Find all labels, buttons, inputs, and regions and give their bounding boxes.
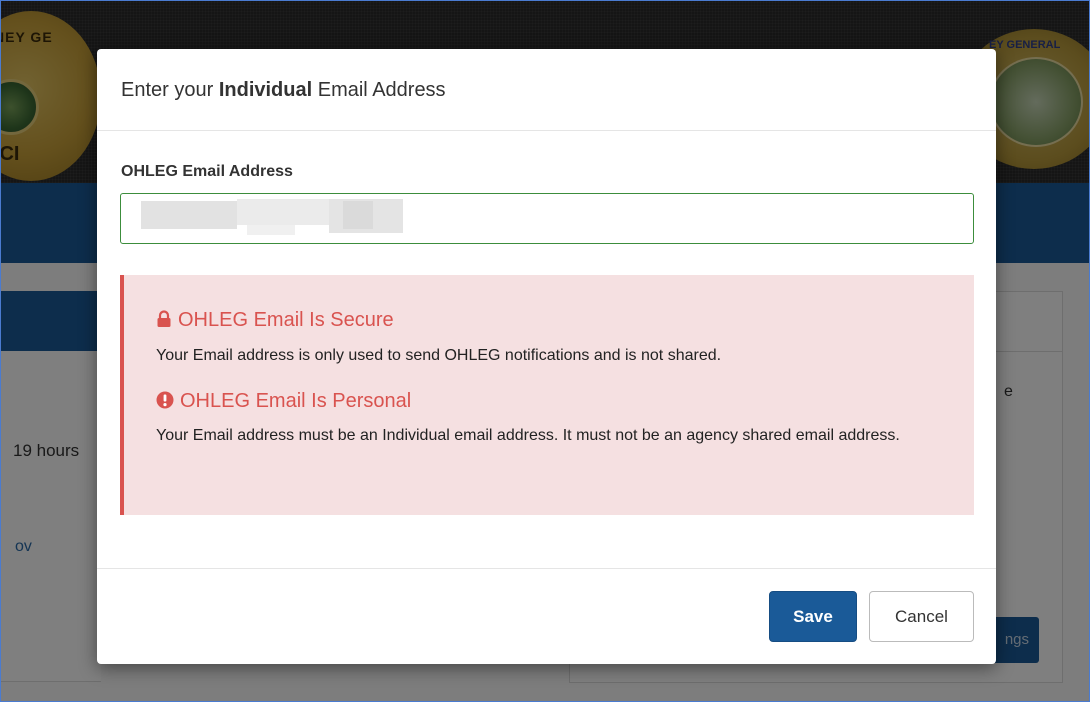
redacted-email-blur [237,199,329,225]
title-prefix: Enter your [121,79,219,101]
personal-heading: OHLEG Email Is Personal [156,390,411,415]
redacted-email-blur [247,225,295,235]
personal-heading-text: OHLEG Email Is Personal [180,390,412,412]
title-suffix: Email Address [312,79,446,101]
save-button[interactable]: Save [769,591,857,642]
email-modal: Enter your Individual Email Address OHLE… [97,49,996,664]
modal-header: Enter your Individual Email Address [97,49,996,131]
personal-description: Your Email address must be an Individual… [156,427,900,444]
cancel-button[interactable]: Cancel [869,591,974,642]
exclamation-circle-icon [156,391,174,415]
app-frame: ORNEY GE BCI EY GENERAL 19 hours ov e ng… [0,0,1090,702]
email-info-alert: OHLEG Email Is Secure Your Email address… [120,275,974,515]
modal-title: Enter your Individual Email Address [121,79,446,102]
redacted-email-blur [343,201,373,229]
title-bold: Individual [218,79,313,101]
lock-icon [156,310,172,334]
secure-heading: OHLEG Email Is Secure [156,309,394,334]
secure-description: Your Email address is only used to send … [156,347,722,364]
modal-footer [97,568,996,664]
secure-heading-text: OHLEG Email Is Secure [178,309,394,331]
email-field-label: OHLEG Email Address [121,163,293,180]
redacted-email-blur [141,201,237,229]
